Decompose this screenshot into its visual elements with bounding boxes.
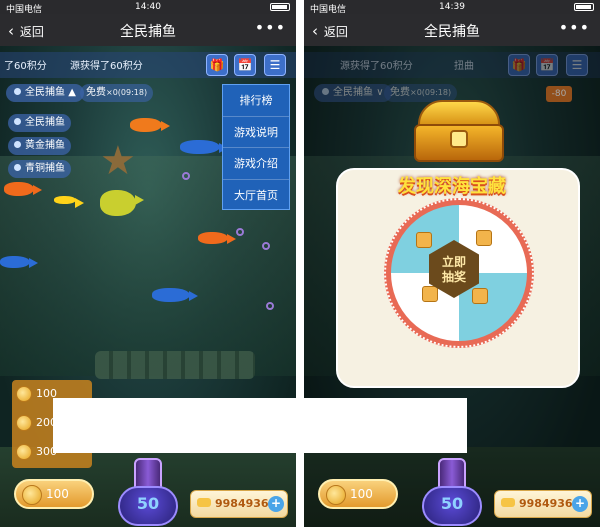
cannon[interactable]: 50 xyxy=(112,458,184,527)
lock-icon xyxy=(450,130,468,148)
pufferfish xyxy=(100,190,144,216)
menu-item-instructions[interactable]: 游戏说明 xyxy=(223,117,289,148)
menu-icon[interactable]: ☰ xyxy=(264,54,286,76)
gift-icon[interactable]: 🎁 xyxy=(206,54,228,76)
room-option-2[interactable]: 青铜捕鱼 xyxy=(8,160,71,178)
room-icon xyxy=(14,141,21,148)
bluefish xyxy=(180,140,228,154)
menu-item-introduction[interactable]: 游戏介绍 xyxy=(223,148,289,180)
coin-option-100[interactable]: 100 xyxy=(16,383,57,405)
clownfish xyxy=(4,182,42,196)
bet-button[interactable]: 100 xyxy=(14,479,94,509)
free-label: 免费 xyxy=(86,87,106,98)
bubble-icon xyxy=(262,242,270,250)
dropdown-menu: 排行榜 游戏说明 游戏介绍 大厅首页 xyxy=(222,84,290,210)
gold-icon xyxy=(501,498,515,507)
starfish-icon: ★ xyxy=(100,138,136,184)
room-icon xyxy=(14,118,21,125)
coin-icon xyxy=(22,484,42,505)
room-option-label: 黄金捕鱼 xyxy=(25,140,65,151)
free-counter: 免费×0(09:18) xyxy=(80,84,154,102)
more-menu-button[interactable]: ••• xyxy=(255,18,286,37)
prize-icon xyxy=(422,286,438,302)
battery-icon xyxy=(270,3,290,11)
coin-icon xyxy=(16,386,32,402)
battery-icon xyxy=(574,3,594,11)
room-option-label: 全民捕鱼 xyxy=(25,117,65,128)
coin-option-200[interactable]: 200 xyxy=(16,412,57,434)
status-bar: 中国电信 14:39 xyxy=(304,0,600,15)
treasure-title: 发现深海宝藏 xyxy=(398,176,506,197)
prize-icon xyxy=(472,288,488,304)
status-time: 14:40 xyxy=(135,2,161,12)
redaction-block xyxy=(53,398,467,453)
prize-icon xyxy=(416,232,432,248)
balance-display: 99849363 + xyxy=(494,490,592,518)
menu-item-lobby-home[interactable]: 大厅首页 xyxy=(223,180,289,212)
room-option-1[interactable]: 黄金捕鱼 xyxy=(8,137,71,155)
room-option-label: 青铜捕鱼 xyxy=(25,163,65,174)
calendar-icon[interactable]: 📅 xyxy=(234,54,256,76)
balance-display: 99849363 + xyxy=(190,490,288,518)
bet-amount: 100 xyxy=(46,487,69,501)
room-selected-label: 全民捕鱼 xyxy=(25,87,65,98)
status-bar: 中国电信 14:40 xyxy=(0,0,296,15)
bluefish xyxy=(152,288,198,302)
room-icon xyxy=(14,164,21,171)
page-title: 全民捕鱼 xyxy=(424,24,480,40)
sunken-pipes xyxy=(95,351,255,379)
bubble-icon xyxy=(236,228,244,236)
cannon-level: 50 xyxy=(440,494,464,513)
bluefish xyxy=(0,256,38,269)
bubble-icon xyxy=(266,302,274,310)
clownfish xyxy=(198,232,236,245)
more-menu-button[interactable]: ••• xyxy=(559,18,590,37)
page-title: 全民捕鱼 xyxy=(120,24,176,40)
cannon[interactable]: 50 xyxy=(416,458,488,527)
menu-item-rankings[interactable]: 排行榜 xyxy=(223,85,289,117)
free-detail: ×0(09:18) xyxy=(106,88,148,97)
treasure-chest-icon xyxy=(414,100,504,162)
nav-bar: ‹ 返回 全民捕鱼 ••• xyxy=(304,14,600,46)
room-selector[interactable]: 全民捕鱼 ▲ xyxy=(6,84,84,102)
bet-button[interactable]: 100 xyxy=(318,479,398,509)
bubble-icon xyxy=(182,172,190,180)
coin-icon xyxy=(16,415,32,431)
gold-icon xyxy=(197,498,211,507)
chevron-up-icon: ▲ xyxy=(68,87,76,98)
coin-option-300[interactable]: 300 xyxy=(16,441,57,463)
coin-icon xyxy=(16,444,32,460)
clownfish xyxy=(130,118,170,132)
room-icon xyxy=(14,88,21,95)
notice-text: 源获得了60积分 xyxy=(70,61,143,72)
notice-text: 了60积分 xyxy=(4,61,47,72)
status-time: 14:39 xyxy=(439,2,465,12)
bet-amount: 100 xyxy=(350,487,373,501)
yellowfish xyxy=(54,196,84,208)
add-balance-button[interactable]: + xyxy=(268,496,284,512)
add-balance-button[interactable]: + xyxy=(572,496,588,512)
prize-icon xyxy=(476,230,492,246)
nav-bar: ‹ 返回 全民捕鱼 ••• xyxy=(0,14,296,46)
room-option-0[interactable]: 全民捕鱼 xyxy=(8,114,71,132)
cannon-level: 50 xyxy=(136,494,160,513)
coin-icon xyxy=(326,484,346,505)
